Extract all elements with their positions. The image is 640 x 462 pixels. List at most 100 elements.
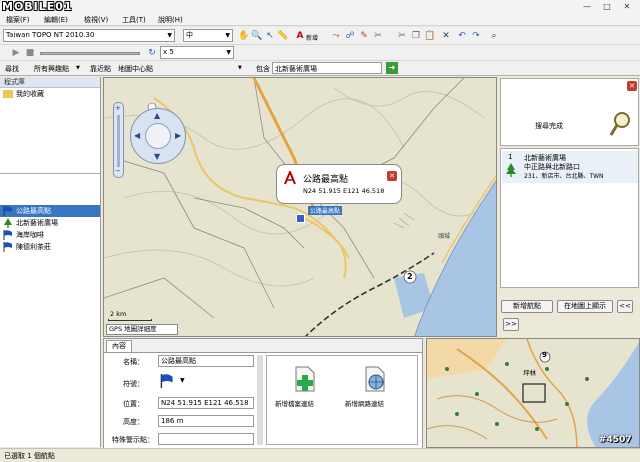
route-tool-icon[interactable]: ⤳	[330, 30, 342, 42]
flag-icon	[3, 230, 12, 240]
selected-waypoint-marker[interactable]	[296, 214, 305, 223]
menu-tools[interactable]: 工具(T)	[122, 15, 146, 25]
cut-icon[interactable]: ✂	[396, 30, 408, 42]
scrollbar[interactable]	[257, 355, 263, 445]
status-bar: 已選取 1 個航點	[0, 448, 640, 462]
add-file-link-button[interactable]: 新增檔案連結	[275, 366, 335, 412]
results-close-icon[interactable]: ✕	[627, 81, 637, 91]
results-list: 1 北新藝術廣場 中正路與北新路口 231、新店市、台北縣、TWN	[500, 148, 639, 288]
stop-icon[interactable]: ■	[24, 47, 36, 59]
near-select[interactable]: 地圖中心點 ▼	[116, 62, 246, 74]
scale-bar	[108, 319, 152, 321]
name-field[interactable]: 公路最高點	[158, 355, 254, 367]
menu-help[interactable]: 說明(H)	[158, 15, 183, 25]
name-label: 名稱：	[123, 358, 144, 366]
next-button[interactable]: >>	[503, 318, 519, 331]
copy-icon[interactable]: ❐	[410, 30, 422, 42]
menu-edit[interactable]: 編輯(E)	[44, 15, 68, 25]
elevation-field[interactable]: 186 m	[158, 415, 254, 427]
position-field[interactable]: N24 51.915 E121 46.518	[158, 397, 254, 409]
waypoint-tool-icon[interactable]: A	[294, 30, 306, 42]
proximity-field[interactable]	[158, 433, 254, 445]
show-on-map-button[interactable]: 在地圖上顯示	[557, 300, 613, 313]
minimize-button[interactable]: —	[578, 1, 596, 12]
place-name: 公路最高點	[16, 207, 51, 215]
map-view[interactable]: 2 頭城 + − ▲ ▼ ◀ ▶ 公路最高點 N24 51.915 E121 4…	[103, 77, 497, 337]
pan-left-icon[interactable]: ◀	[134, 131, 140, 140]
category-value: 所有興趣點	[34, 65, 69, 73]
zoom-slider[interactable]: + −	[113, 102, 124, 178]
popup-coords: N24 51.915 E121 46.518	[303, 187, 385, 195]
main-toolbar: Taiwan TOPO NT 2010.30 ▼ 中 ▼ ✋ 🔍 ↖ 📏 A 新…	[0, 27, 640, 45]
waypoint-popup: 公路最高點 N24 51.915 E121 46.518 ✕	[276, 164, 402, 204]
play-icon[interactable]: ▶	[10, 47, 22, 59]
list-item[interactable]: 海岸咖啡	[0, 229, 100, 241]
my-collection-folder[interactable]: 我的收藏	[0, 88, 100, 100]
road-number-label: 2	[407, 272, 413, 281]
overview-place-label: 坪林	[523, 369, 536, 377]
add-web-link-icon	[365, 366, 385, 392]
tab-content[interactable]: 內容	[106, 340, 132, 352]
popup-close-icon[interactable]: ✕	[387, 171, 397, 181]
new-button[interactable]: 新增	[306, 33, 318, 42]
title-bar: MOBILE01 — □ ✕	[0, 0, 640, 14]
elevation-label: 高度：	[123, 418, 144, 426]
select-arrow-icon[interactable]: ↖	[264, 30, 276, 42]
category-select[interactable]: 所有興趣點 ▼	[30, 62, 85, 74]
list-item[interactable]: 陳德利茶莊	[0, 241, 100, 253]
maximize-button[interactable]: □	[598, 1, 616, 12]
prev-button[interactable]: <<	[617, 300, 633, 313]
tree-icon	[506, 163, 516, 177]
links-area: 新增檔案連結 新增網路連結	[266, 355, 418, 445]
pan-right-icon[interactable]: ▶	[175, 131, 181, 140]
symbol-label: 符號：	[123, 380, 144, 388]
speed-select[interactable]: x 5 ▼	[160, 46, 234, 59]
place-name: 陳德利茶莊	[16, 243, 51, 251]
contains-label: 包含	[256, 65, 270, 73]
detail-level-select[interactable]: 中 ▼	[183, 29, 233, 42]
measure-icon[interactable]: 📏	[277, 30, 289, 42]
pan-down-icon[interactable]: ▼	[154, 152, 160, 161]
place-name: 北新藝術廣場	[16, 219, 58, 227]
map-product-select[interactable]: Taiwan TOPO NT 2010.30 ▼	[3, 29, 175, 42]
proximity-label: 特殊警示點：	[112, 436, 154, 444]
menu-file[interactable]: 檔案(F)	[6, 15, 30, 25]
tools-icon[interactable]: ✂	[372, 30, 384, 42]
symbol-select[interactable]: ▼	[160, 373, 190, 389]
zoom-out-icon[interactable]: −	[115, 167, 121, 175]
add-file-icon	[295, 366, 315, 392]
flag-icon	[3, 242, 12, 252]
list-item[interactable]: 北新藝術廣場	[0, 217, 100, 229]
go-arrow-icon[interactable]: ➜	[386, 62, 398, 74]
chevron-down-icon: ▼	[226, 49, 231, 56]
delete-icon[interactable]: ✕	[440, 30, 452, 42]
tab-body: 名稱： 公路最高點 符號： ▼ 位置： N24 51.915 E121 46.5…	[104, 352, 422, 448]
overview-map[interactable]: 9 坪林 #4507	[426, 338, 640, 448]
undo-icon[interactable]: ↶	[456, 30, 468, 42]
track-tool-icon[interactable]: ☍	[344, 30, 356, 42]
close-window-button[interactable]: ✕	[618, 1, 636, 12]
search-results-panel: ✕ 搜尋完成 1 北新藝術廣場 中正路與北新路口 231、新店市、台北縣、TWN…	[499, 77, 640, 337]
paste-icon[interactable]: 📋	[424, 30, 436, 42]
result-item[interactable]: 1 北新藝術廣場 中正路與北新路口 231、新店市、台北縣、TWN	[502, 151, 638, 183]
redo-icon[interactable]: ↷	[470, 30, 482, 42]
add-web-link-label: 新增網路連結	[345, 400, 384, 408]
pan-hand-icon[interactable]: ✋	[238, 30, 250, 42]
zoom-in-icon[interactable]: +	[115, 104, 121, 112]
zoom-icon[interactable]: 🔍	[251, 30, 263, 42]
pan-control[interactable]: ▲ ▼ ◀ ▶	[130, 108, 186, 164]
result-index: 1	[508, 153, 513, 161]
add-waypoint-button[interactable]: 新增航點	[501, 300, 553, 313]
list-item[interactable]: 公路最高點	[0, 205, 100, 217]
playback-slider[interactable]	[40, 52, 140, 55]
search-input[interactable]: 北新藝術廣場	[272, 62, 382, 74]
loop-icon[interactable]: ↻	[146, 47, 158, 59]
scale-label: 2 km	[110, 310, 127, 318]
add-web-link-button[interactable]: 新增網路連結	[345, 366, 409, 412]
result-address: 231、新店市、台北縣、TWN	[524, 173, 604, 180]
find-binoculars-icon[interactable]: ⌕	[488, 30, 500, 42]
library-header: 程式庫	[0, 77, 100, 88]
pan-up-icon[interactable]: ▲	[154, 111, 160, 120]
menu-view[interactable]: 檢視(V)	[84, 15, 108, 25]
draw-icon[interactable]: ✎	[358, 30, 370, 42]
